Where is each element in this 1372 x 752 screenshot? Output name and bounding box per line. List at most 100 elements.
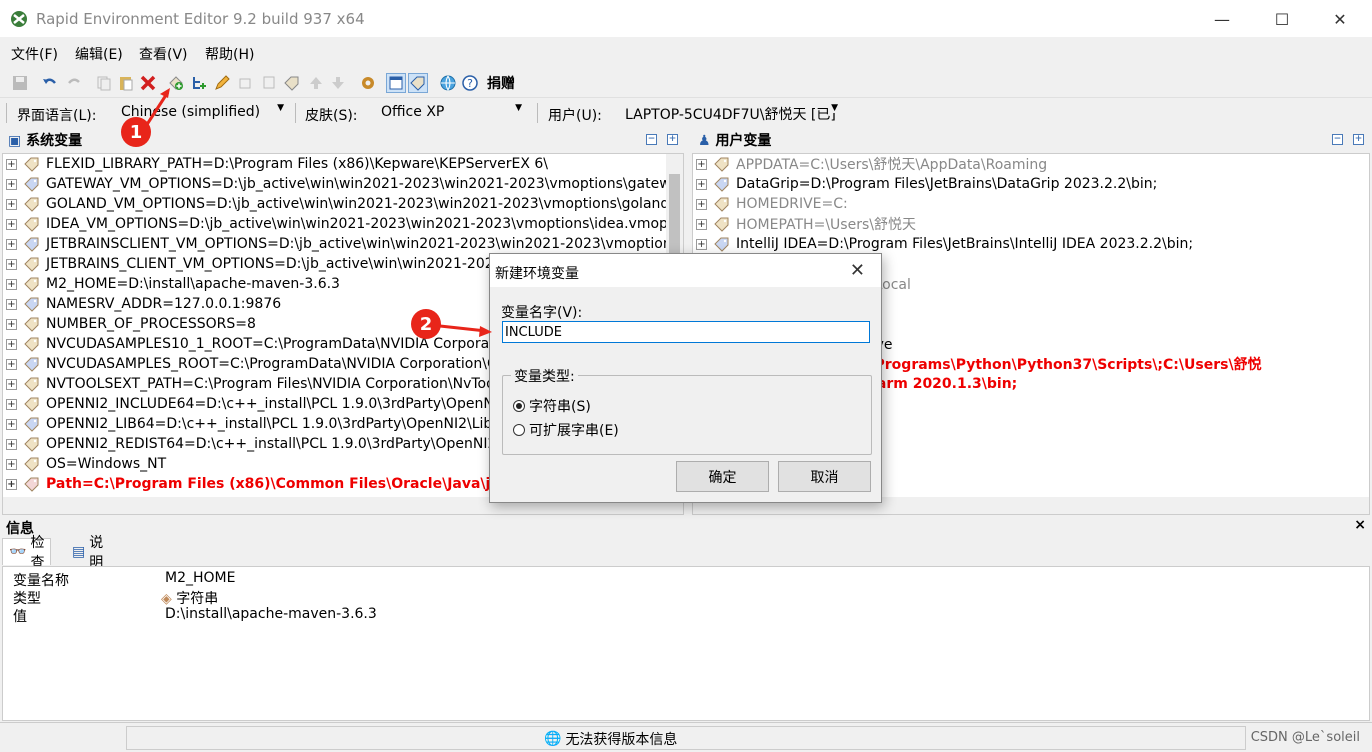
- help-icon[interactable]: ?: [460, 73, 480, 93]
- expand-icon[interactable]: +: [6, 298, 17, 310]
- close-icon[interactable]: ×: [1354, 517, 1366, 533]
- cancel-button[interactable]: 取消: [778, 461, 871, 492]
- expand-icon[interactable]: +: [696, 218, 707, 230]
- expand-icon[interactable]: +: [6, 158, 17, 170]
- collapse-all-button[interactable]: −: [1332, 134, 1343, 145]
- tag-icon: [24, 477, 39, 492]
- radio-string[interactable]: 字符串(S): [513, 396, 591, 416]
- web-icon[interactable]: [438, 73, 458, 93]
- variable-text: OPENNI2_LIB64=D:\c++_install\PCL 1.9.0\3…: [46, 416, 498, 432]
- expand-icon[interactable]: +: [6, 218, 17, 230]
- expand-icon[interactable]: +: [696, 238, 707, 250]
- expand-icon[interactable]: +: [6, 398, 17, 410]
- variable-row[interactable]: + JETBRAINSCLIENT_VM_OPTIONS=D:\jb_active…: [3, 234, 684, 254]
- window-view-icon[interactable]: [386, 73, 406, 93]
- variable-row[interactable]: + IDEA_VM_OPTIONS=D:\jb_active\win\win202…: [3, 214, 683, 234]
- expand-all-button[interactable]: +: [1353, 134, 1364, 145]
- variable-row[interactable]: + OS=Windows_NT: [3, 454, 166, 474]
- dialog-close-icon[interactable]: ✕: [850, 260, 865, 281]
- variable-text: OPENNI2_REDIST64=D:\c++_install\PCL 1.9.…: [46, 436, 539, 452]
- paste-icon[interactable]: [116, 73, 136, 93]
- ok-button[interactable]: 确定: [676, 461, 769, 492]
- variable-text: JETBRAINSCLIENT_VM_OPTIONS=D:\jb_active\…: [46, 236, 684, 252]
- radio-expandable[interactable]: 可扩展字串(E): [513, 420, 619, 440]
- info-key: 变量名称: [13, 573, 69, 589]
- variable-row[interactable]: + Path=C:\Program Files (x86)\Common File…: [3, 474, 538, 494]
- expand-icon[interactable]: +: [6, 458, 17, 470]
- expand-icon[interactable]: +: [696, 178, 707, 190]
- expand-icon[interactable]: +: [6, 378, 17, 390]
- expand-icon[interactable]: +: [696, 198, 707, 210]
- redo-icon[interactable]: [64, 73, 84, 93]
- variable-row[interactable]: + NVCUDASAMPLES10_1_ROOT=C:\ProgramData\N…: [3, 334, 541, 354]
- delete-icon[interactable]: [138, 73, 158, 93]
- maximize-button[interactable]: ☐: [1250, 0, 1314, 38]
- expand-icon[interactable]: +: [6, 258, 17, 270]
- expand-icon[interactable]: +: [6, 438, 17, 450]
- tab-inspect[interactable]: 👓 检查: [2, 535, 52, 571]
- minimize-button[interactable]: —: [1190, 0, 1254, 38]
- expand-icon[interactable]: +: [6, 478, 17, 490]
- expand-icon[interactable]: +: [696, 158, 707, 170]
- tag-icon: [24, 197, 39, 212]
- menu-file[interactable]: 文件(F): [11, 44, 58, 64]
- move-down-icon[interactable]: [328, 73, 348, 93]
- variable-row[interactable]: + DataGrip=D:\Program Files\JetBrains\Dat…: [693, 174, 1157, 194]
- expand-icon[interactable]: +: [6, 178, 17, 190]
- variable-row[interactable]: + JETBRAINS_CLIENT_VM_OPTIONS=D:\jb_activ…: [3, 254, 531, 274]
- variable-row[interactable]: + HOMEDRIVE=C:: [693, 194, 848, 214]
- undo-icon[interactable]: [40, 73, 60, 93]
- expand-icon[interactable]: +: [6, 278, 17, 290]
- watermark: CSDN @Le`soleil: [1250, 730, 1360, 745]
- skin-select[interactable]: Office XP ▼: [376, 102, 526, 123]
- variable-row[interactable]: + NVCUDASAMPLES_ROOT=C:\ProgramData\NVIDI…: [3, 354, 540, 374]
- paste-var-icon[interactable]: [258, 73, 278, 93]
- close-button[interactable]: ✕: [1308, 0, 1372, 38]
- variable-row[interactable]: + NAMESRV_ADDR=127.0.0.1:9876: [3, 294, 281, 314]
- variable-row[interactable]: + OPENNI2_REDIST64=D:\c++_install\PCL 1.9…: [3, 434, 539, 454]
- info-row-value: 值 D:\install\apache-maven-3.6.3: [13, 606, 377, 625]
- tab-description[interactable]: ▤ 说明: [66, 535, 109, 571]
- copy-var-icon[interactable]: [236, 73, 256, 93]
- step-marker-1: 1: [121, 117, 151, 147]
- settings-icon[interactable]: [358, 73, 378, 93]
- menu-help[interactable]: 帮助(H): [205, 44, 254, 64]
- variable-text: NAMESRV_ADDR=127.0.0.1:9876: [46, 296, 282, 312]
- variable-row[interactable]: + HOMEPATH=\Users\舒悦天: [693, 214, 916, 234]
- variable-row[interactable]: + IntelliJ IDEA=D:\Program Files\JetBrain…: [693, 234, 1193, 254]
- variable-row[interactable]: + OPENNI2_LIB64=D:\c++_install\PCL 1.9.0\…: [3, 414, 497, 434]
- move-up-icon[interactable]: [306, 73, 326, 93]
- save-icon[interactable]: [10, 73, 30, 93]
- variable-row[interactable]: + APPDATA=C:\Users\舒悦天\AppData\Roaming: [693, 154, 1047, 174]
- expand-icon[interactable]: +: [6, 198, 17, 210]
- menu-edit[interactable]: 编辑(E): [75, 44, 123, 64]
- expand-icon[interactable]: +: [6, 418, 17, 430]
- expand-icon[interactable]: +: [6, 318, 17, 330]
- expand-icon[interactable]: +: [6, 358, 17, 370]
- tag-icon: [714, 157, 729, 172]
- menu-bar: 文件(F) 编辑(E) 查看(V) 帮助(H): [0, 40, 1372, 66]
- expand-icon[interactable]: +: [6, 238, 17, 250]
- variable-row[interactable]: + OPENNI2_INCLUDE64=D:\c++_install\PCL 1.…: [3, 394, 536, 414]
- variable-row[interactable]: + GATEWAY_VM_OPTIONS=D:\jb_active\win\win…: [3, 174, 683, 194]
- separator: [295, 103, 296, 123]
- variable-row[interactable]: + NUMBER_OF_PROCESSORS=8: [3, 314, 256, 334]
- menu-view[interactable]: 查看(V): [139, 44, 188, 64]
- edit-icon[interactable]: [212, 73, 232, 93]
- variable-row[interactable]: + GOLAND_VM_OPTIONS=D:\jb_active\win\win2…: [3, 194, 683, 214]
- tag-icon[interactable]: [282, 73, 302, 93]
- add-value-icon[interactable]: [190, 73, 210, 93]
- expand-all-button[interactable]: +: [667, 134, 678, 145]
- variable-row[interactable]: + FLEXID_LIBRARY_PATH=D:\Program Files (x…: [3, 154, 548, 174]
- copy-icon[interactable]: [94, 73, 114, 93]
- variable-row[interactable]: + NVTOOLSEXT_PATH=C:\Program Files\NVIDIA…: [3, 374, 533, 394]
- collapse-all-button[interactable]: −: [646, 134, 657, 145]
- variable-name-input[interactable]: [502, 321, 870, 343]
- tags-view-icon[interactable]: [408, 73, 428, 93]
- add-variable-icon[interactable]: [166, 73, 186, 93]
- expand-icon[interactable]: +: [6, 338, 17, 350]
- donate-button[interactable]: 捐赠: [487, 73, 515, 93]
- info-key: 值: [13, 609, 27, 625]
- variable-row[interactable]: + M2_HOME=D:\install\apache-maven-3.6.3: [3, 274, 340, 294]
- user-select[interactable]: LAPTOP-5CU4DF7U\舒悦天 [已] ▼: [620, 102, 842, 123]
